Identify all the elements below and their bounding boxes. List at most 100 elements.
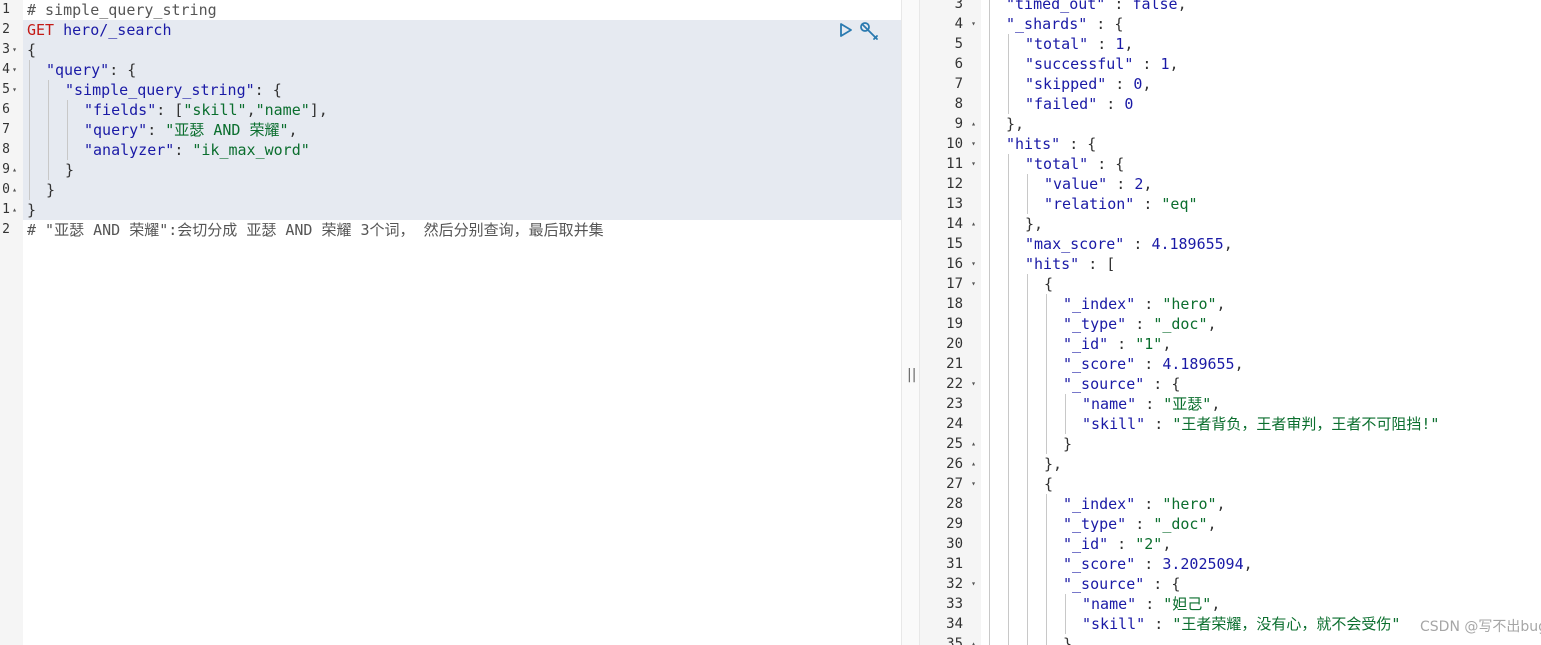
line-number: 32 ▾ <box>920 574 981 594</box>
fold-toggle-icon[interactable]: ▾ <box>971 134 976 154</box>
indent-guide <box>1027 634 1028 645</box>
fold-toggle-icon[interactable]: ▴ <box>12 180 17 200</box>
indent-guide <box>1008 214 1009 234</box>
indent-guide <box>29 140 30 160</box>
code-line: "simple_query_string": { <box>65 80 282 100</box>
code-token: "simple_query_string" <box>65 81 255 99</box>
pane-divider[interactable]: || <box>901 0 920 645</box>
request-editor[interactable]: 1 2 3 ▾ 4 ▾ 5 ▾ 6 7 8 9 ▴ 0 ▴ 1 ▴ 2 # simple_query_string… <box>0 0 901 645</box>
fold-toggle-icon[interactable]: ▴ <box>12 160 17 180</box>
line-number: 2 <box>0 220 20 240</box>
indent-guide <box>1008 554 1009 574</box>
run-request-icon[interactable] <box>838 20 854 40</box>
indent-guide <box>29 80 30 100</box>
code-token: , <box>1169 55 1179 73</box>
indent-guide <box>989 514 990 534</box>
indent-guide <box>48 120 49 140</box>
line-number: 5 <box>920 34 981 54</box>
fold-toggle-icon[interactable]: ▴ <box>971 634 976 645</box>
code-token: "亚瑟 AND 荣耀" <box>165 121 289 139</box>
indent-guide <box>1046 334 1047 354</box>
indent-guide <box>1027 174 1028 194</box>
code-token: : { <box>1088 155 1125 173</box>
indent-guide <box>1065 394 1066 414</box>
line-number-text: 5 <box>2 82 10 97</box>
fold-toggle-icon[interactable]: ▴ <box>971 434 976 454</box>
indent-guide <box>67 120 68 140</box>
watermark: CSDN @写不出bug <box>1420 619 1541 635</box>
indent-guide <box>989 474 990 494</box>
fold-toggle-icon[interactable]: ▾ <box>12 80 17 100</box>
code-token: "hero" <box>1162 295 1217 313</box>
line-number-text: 17 <box>946 276 963 292</box>
code-token: , <box>1162 535 1172 553</box>
fold-toggle-icon[interactable]: ▴ <box>971 114 976 134</box>
code-token: ], <box>309 101 328 119</box>
code-line: "total" : { <box>1025 154 1124 174</box>
code-line: "fields": ["skill","name"], <box>84 100 328 120</box>
line-number-text: 3 <box>2 42 10 57</box>
fold-toggle-icon[interactable]: ▴ <box>12 200 17 220</box>
code-line: "query": "亚瑟 AND 荣耀", <box>84 120 298 140</box>
line-number-text: 33 <box>946 596 963 612</box>
fold-toggle-icon[interactable]: ▾ <box>971 274 976 294</box>
wrench-icon[interactable] <box>858 20 882 42</box>
code-token: : <box>1135 555 1163 573</box>
indent-guide <box>1027 494 1028 514</box>
code-token: : { <box>1060 135 1097 153</box>
code-token: "_shards" <box>1006 15 1088 33</box>
line-number: 10 ▾ <box>920 134 981 154</box>
line-number: 11 ▾ <box>920 154 981 174</box>
indent-guide <box>1008 154 1009 174</box>
indent-guide <box>1008 454 1009 474</box>
code-token: "query" <box>46 61 110 79</box>
fold-toggle-icon[interactable]: ▾ <box>971 254 976 274</box>
code-token: : <box>1108 535 1136 553</box>
indent-guide <box>1008 254 1009 274</box>
code-token: "hits" <box>1025 255 1080 273</box>
code-token: { <box>1044 475 1054 493</box>
indent-guide <box>1008 534 1009 554</box>
fold-toggle-icon[interactable]: ▴ <box>971 454 976 474</box>
fold-toggle-icon[interactable]: ▾ <box>971 154 976 174</box>
code-token: "_score" <box>1063 355 1136 373</box>
indent-guide <box>1046 394 1047 414</box>
line-number: 26 ▴ <box>920 454 981 474</box>
line-number-text: 22 <box>946 376 963 392</box>
code-line: "max_score" : 4.189655, <box>1025 234 1233 254</box>
line-number: 0 ▴ <box>0 180 20 200</box>
code-token: "_source" <box>1063 575 1145 593</box>
indent-guide <box>29 120 30 140</box>
fold-toggle-icon[interactable]: ▾ <box>971 474 976 494</box>
indent-guide <box>989 534 990 554</box>
indent-guide <box>29 180 30 200</box>
indent-guide <box>1027 614 1028 634</box>
code-line: "_id" : "1", <box>1063 334 1171 354</box>
fold-toggle-icon[interactable]: ▾ <box>971 574 976 594</box>
code-token: , <box>1124 35 1134 53</box>
code-token: } <box>65 161 75 179</box>
code-token: }, <box>1025 215 1044 233</box>
line-number-text: 12 <box>946 176 963 192</box>
line-number-text: 19 <box>946 316 963 332</box>
fold-toggle-icon[interactable]: ▾ <box>12 60 17 80</box>
fold-toggle-icon[interactable]: ▾ <box>971 374 976 394</box>
indent-guide <box>1008 494 1009 514</box>
response-viewer[interactable]: 3 4 ▾ 5 6 7 8 9 ▴ 10 ▾ 11 ▾ 12 13 14 ▴ 15 16 ▾ 17 ▾ 18 19 20 21 22… <box>920 0 1541 645</box>
indent-guide <box>1008 614 1009 634</box>
indent-guide <box>1008 74 1009 94</box>
indent-guide <box>989 234 990 254</box>
code-token: : <box>1126 315 1154 333</box>
indent-guide <box>1046 414 1047 434</box>
fold-toggle-icon[interactable]: ▴ <box>971 214 976 234</box>
code-token: : <box>1136 395 1164 413</box>
fold-toggle-icon[interactable]: ▾ <box>971 14 976 34</box>
code-token: , <box>1234 355 1244 373</box>
divider-handle[interactable]: || <box>907 367 916 383</box>
fold-toggle-icon[interactable]: ▾ <box>12 40 17 60</box>
indent-guide <box>989 634 990 645</box>
indent-guide <box>1008 634 1009 645</box>
code-token: } <box>27 201 37 219</box>
code-line: "_score" : 4.189655, <box>1063 354 1244 374</box>
line-number: 24 <box>920 414 981 434</box>
